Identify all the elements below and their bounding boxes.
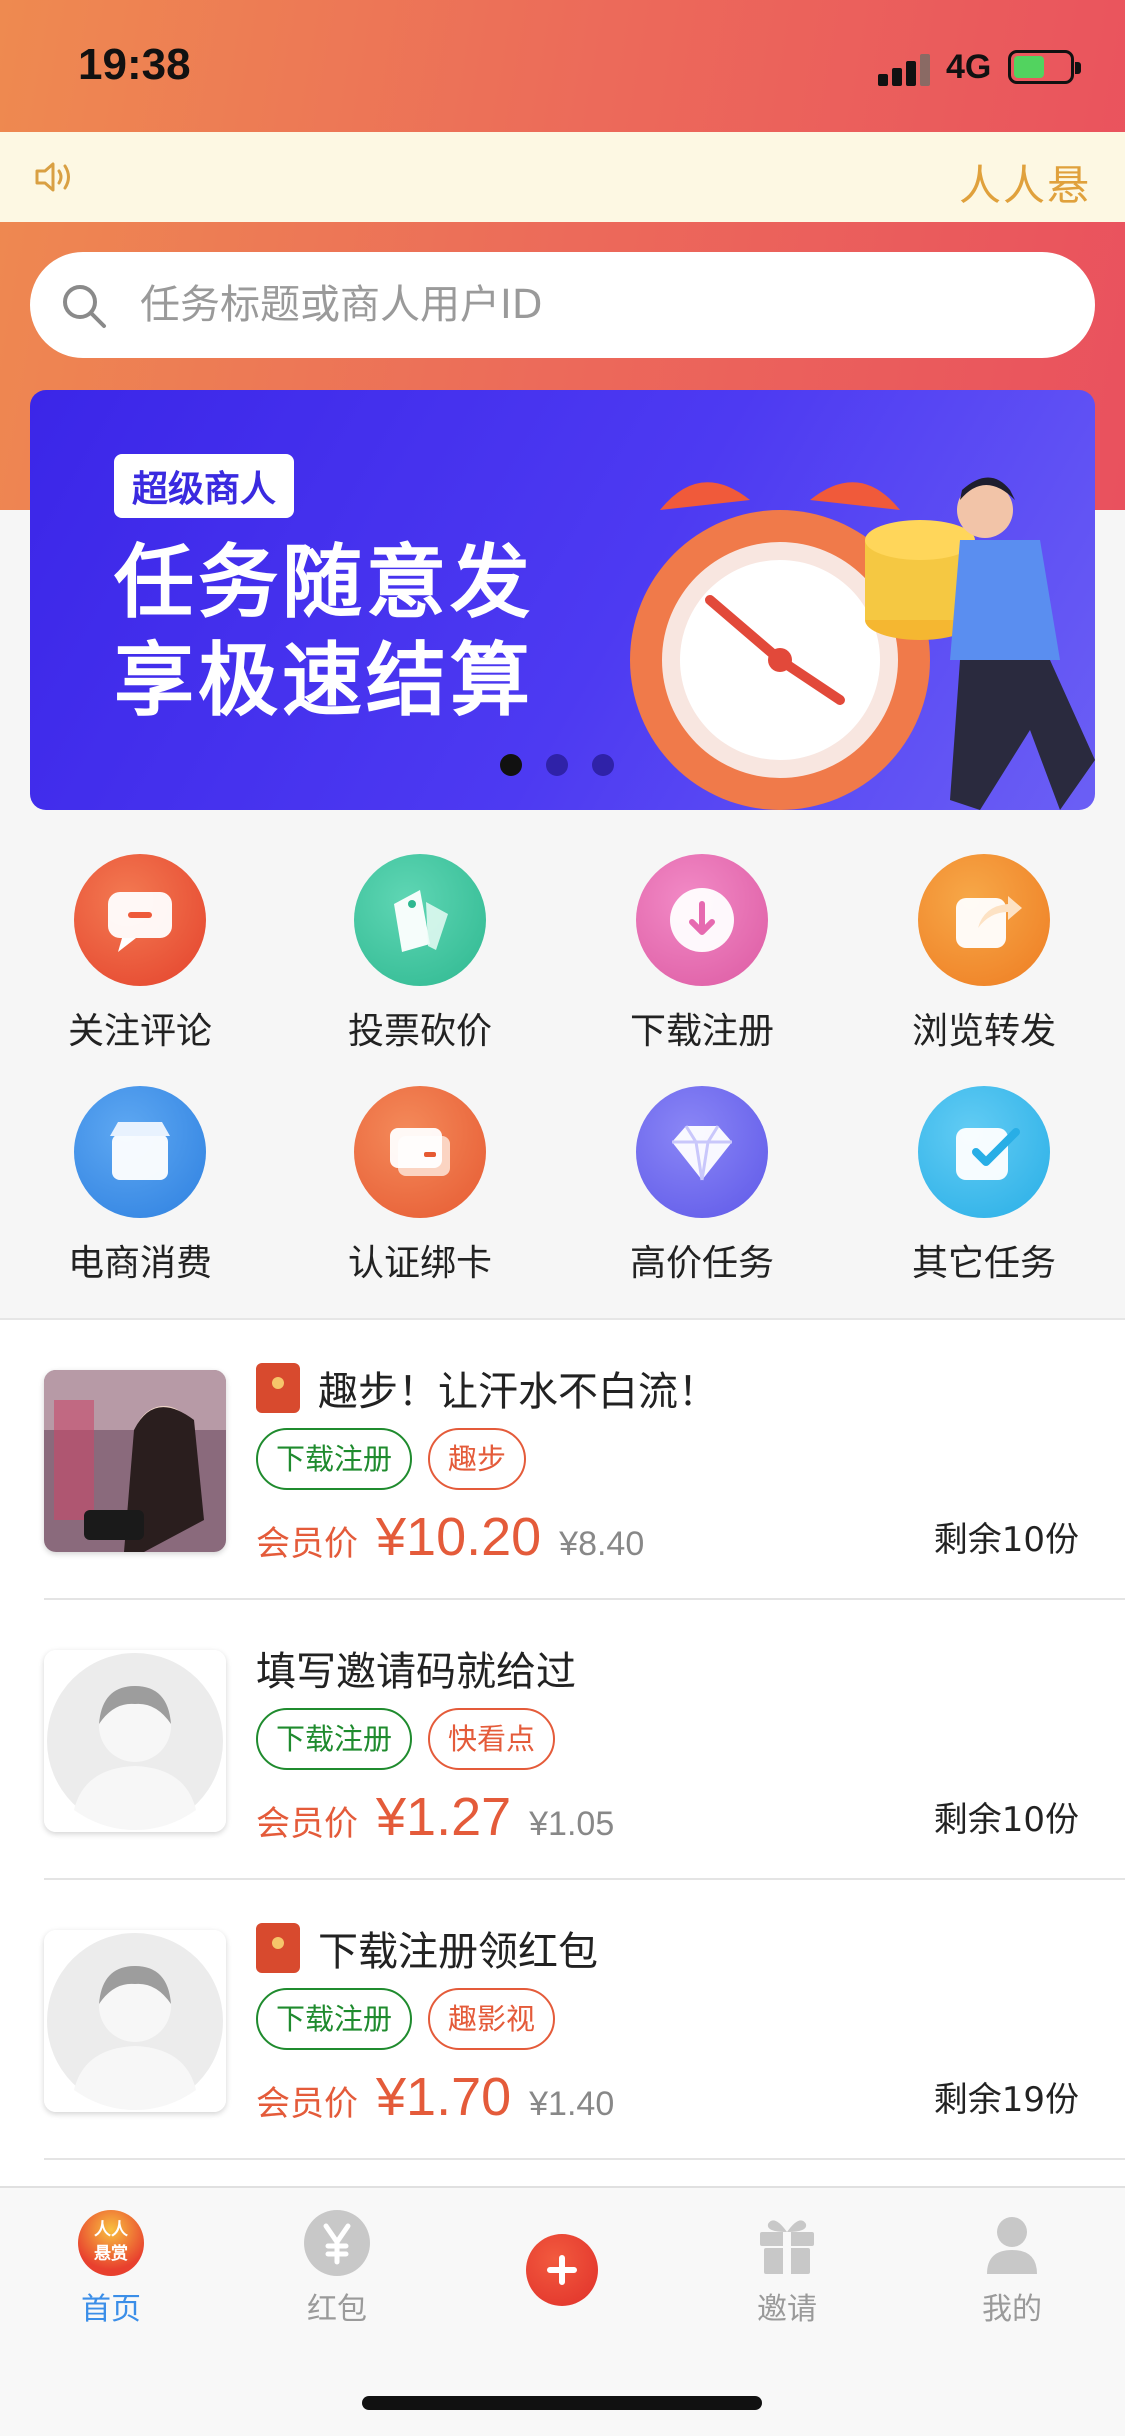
task-item[interactable]: 填写邀请码就给过 下载注册 快看点 会员价 ¥1.27 ¥1.05 剩余10份 — [0, 1600, 1125, 1880]
gift-icon — [754, 2210, 820, 2276]
default-avatar-icon — [44, 1650, 226, 1832]
status-time: 19:38 — [78, 40, 191, 89]
task-category-tag: 下载注册 — [256, 1988, 413, 2050]
category-label: 浏览转发 — [911, 1011, 1056, 1052]
banner-dot-2[interactable] — [546, 754, 568, 776]
price-tag-icon — [354, 854, 486, 986]
tab-invite[interactable]: 邀请 — [712, 2210, 862, 2328]
remaining-count: 剩余10份 — [933, 1520, 1079, 1560]
speaker-icon — [35, 162, 70, 192]
original-price: ¥8.40 — [559, 1525, 645, 1563]
check-icon — [918, 1086, 1050, 1218]
user-icon — [979, 2210, 1045, 2276]
battery-icon — [1008, 50, 1081, 84]
home-indicator — [362, 2396, 762, 2410]
category-ecommerce[interactable]: 电商消费 — [40, 1086, 240, 1286]
task-app-tag: 趣影视 — [428, 1988, 556, 2050]
notice-bar[interactable]: 人人悬 — [0, 132, 1125, 222]
member-price: ¥1.27 — [376, 1787, 512, 1847]
task-title: 下载注册领红包 — [318, 1929, 598, 1975]
tab-label: 红包 — [307, 2292, 367, 2327]
search-bar[interactable] — [30, 252, 1095, 358]
member-price-label: 会员价 — [256, 1804, 358, 1844]
category-download-register[interactable]: 下载注册 — [602, 854, 802, 1054]
red-packet-icon — [256, 1363, 300, 1413]
banner-pagination[interactable] — [500, 754, 638, 780]
category-label: 电商消费 — [67, 1243, 212, 1284]
notice-brand: 人人悬 — [958, 161, 1091, 210]
search-input[interactable] — [140, 270, 1040, 340]
task-app-tag: 趣步 — [428, 1428, 527, 1490]
alarm-clock-illustration — [630, 477, 1095, 810]
network-type: 4G — [946, 48, 992, 86]
member-price-label: 会员价 — [256, 1524, 358, 1564]
member-price-label: 会员价 — [256, 2084, 358, 2124]
tab-red-packet[interactable]: 红包 — [262, 2210, 412, 2328]
category-label: 投票砍价 — [347, 1011, 492, 1052]
member-price: ¥1.70 — [376, 2067, 512, 2127]
remaining-count: 剩余19份 — [933, 2080, 1079, 2120]
download-icon — [636, 854, 768, 986]
task-list: 趣步！让汗水不白流！ 下载注册 趣步 会员价 ¥10.20 ¥8.40 剩余10… — [0, 1318, 1125, 2186]
original-price: ¥1.40 — [529, 2085, 615, 2123]
category-label: 认证绑卡 — [347, 1243, 492, 1284]
banner-dot-3[interactable] — [592, 754, 614, 776]
yuan-icon — [304, 2210, 370, 2276]
category-label: 关注评论 — [67, 1011, 212, 1052]
tab-label: 首页 — [81, 2292, 141, 2327]
category-vote-bargain[interactable]: 投票砍价 — [320, 854, 520, 1054]
divider — [44, 2158, 1125, 2160]
task-item[interactable]: 趣步！让汗水不白流！ 下载注册 趣步 会员价 ¥10.20 ¥8.40 剩余10… — [0, 1320, 1125, 1600]
card-icon — [354, 1086, 486, 1218]
category-follow-comment[interactable]: 关注评论 — [40, 854, 240, 1054]
task-thumbnail — [44, 1370, 226, 1552]
shop-icon — [74, 1086, 206, 1218]
member-price: ¥10.20 — [376, 1507, 542, 1567]
banner-dot-1[interactable] — [500, 754, 522, 776]
category-label: 下载注册 — [629, 1011, 774, 1052]
add-icon — [526, 2234, 598, 2306]
tab-label: 我的 — [982, 2292, 1042, 2327]
category-grid: 关注评论 投票砍价 下载注册 浏览转发 电商消费 认证绑卡 高价任务 其它任务 — [0, 848, 1125, 1318]
task-category-tag: 下载注册 — [256, 1708, 413, 1770]
task-thumbnail — [44, 1930, 226, 2112]
banner-headline-2: 享极速结算 — [114, 634, 534, 727]
tab-label: 邀请 — [757, 2292, 817, 2327]
category-browse-share[interactable]: 浏览转发 — [884, 854, 1084, 1054]
category-other[interactable]: 其它任务 — [884, 1086, 1084, 1286]
signal-icon — [878, 52, 934, 86]
tab-add[interactable] — [487, 2210, 637, 2306]
task-title: 趣步！让汗水不白流！ — [318, 1369, 718, 1415]
original-price: ¥1.05 — [529, 1805, 615, 1843]
default-avatar-icon — [44, 1930, 226, 2112]
comment-icon — [74, 854, 206, 986]
home-logo-text: 人人悬赏 — [94, 2220, 128, 2264]
red-packet-icon — [256, 1923, 300, 1973]
task-thumbnail — [44, 1650, 226, 1832]
category-label: 高价任务 — [629, 1243, 774, 1284]
home-logo-icon: 人人悬赏 — [78, 2210, 144, 2276]
category-label: 其它任务 — [911, 1243, 1056, 1284]
diamond-icon — [636, 1086, 768, 1218]
banner-badge: 超级商人 — [114, 454, 295, 518]
tab-mine[interactable]: 我的 — [937, 2210, 1087, 2328]
category-verify-card[interactable]: 认证绑卡 — [320, 1086, 520, 1286]
category-high-price[interactable]: 高价任务 — [602, 1086, 802, 1286]
task-title: 填写邀请码就给过 — [256, 1649, 576, 1695]
task-app-tag: 快看点 — [428, 1708, 556, 1770]
status-bar: 19:38 4G — [0, 0, 1125, 132]
task-item[interactable]: 下载注册领红包 下载注册 趣影视 会员价 ¥1.70 ¥1.40 剩余19份 — [0, 1880, 1125, 2160]
remaining-count: 剩余10份 — [933, 1800, 1079, 1840]
promo-banner[interactable]: 超级商人 任务随意发 享极速结算 — [30, 390, 1095, 810]
task-category-tag: 下载注册 — [256, 1428, 413, 1490]
tab-home[interactable]: 人人悬赏 首页 — [36, 2210, 186, 2328]
search-icon — [63, 285, 106, 328]
share-icon — [918, 854, 1050, 986]
